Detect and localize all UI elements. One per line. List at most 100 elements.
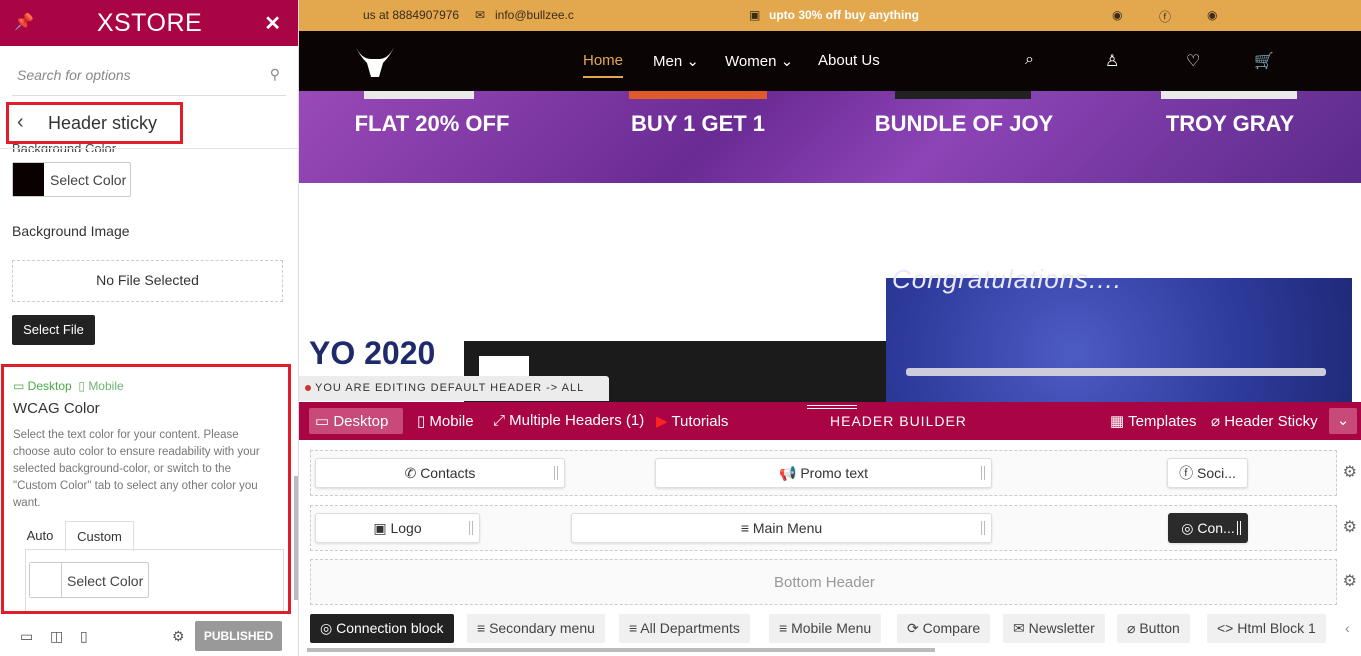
facebook-icon[interactable]: ⓕ bbox=[1159, 8, 1171, 25]
drag-handle[interactable] bbox=[981, 466, 985, 480]
drag-handle[interactable] bbox=[554, 466, 558, 480]
palette-label: Connection block bbox=[336, 620, 444, 636]
main-menu-element[interactable]: ≡ Main Menu bbox=[571, 513, 992, 543]
palette-newsletter[interactable]: ✉ Newsletter bbox=[1003, 614, 1105, 643]
elements-palette: ◎ Connection block ≡ Secondary menu ≡ Al… bbox=[299, 610, 1361, 656]
desktop-tab[interactable]: ▭ Desktop bbox=[309, 408, 403, 434]
banner-card[interactable]: TROY GRAY bbox=[1097, 91, 1361, 183]
published-button[interactable]: PUBLISHED bbox=[195, 621, 282, 651]
nav-men[interactable]: Men ⌄ bbox=[653, 52, 699, 70]
drag-handle[interactable] bbox=[469, 521, 473, 535]
desktop-preview-icon[interactable]: ▭ bbox=[20, 628, 33, 645]
email-text: info@bullzee.c bbox=[495, 8, 574, 22]
header-builder-title: HEADER BUILDER bbox=[830, 413, 967, 429]
no-file-placeholder[interactable]: No File Selected bbox=[12, 260, 283, 302]
mobile-label: Mobile bbox=[88, 379, 124, 393]
top-header-row[interactable]: ✆ Contacts 📢 Promo text ⓕ Soci... bbox=[310, 450, 1337, 496]
background-image-label: Background Image bbox=[12, 223, 130, 239]
search-input[interactable]: Search for options ⚲ bbox=[12, 60, 286, 96]
color-swatch bbox=[13, 163, 44, 196]
back-arrow-icon[interactable]: ‹ bbox=[17, 111, 24, 134]
palette-mobile-menu[interactable]: ≡ Mobile Menu bbox=[769, 614, 882, 643]
mobile-tab[interactable]: ▯ Mobile bbox=[417, 412, 474, 430]
logo-label: Logo bbox=[390, 520, 422, 536]
multiple-headers-tab[interactable]: ⤢ Multiple Headers (1) bbox=[493, 412, 644, 429]
tab-auto[interactable]: Auto bbox=[15, 521, 65, 551]
drag-handle[interactable] bbox=[981, 521, 985, 535]
drag-handle[interactable] bbox=[807, 405, 857, 409]
social-element[interactable]: ⓕ Soci... bbox=[1167, 458, 1248, 488]
palette-scrollbar[interactable] bbox=[307, 648, 935, 652]
select-file-button[interactable]: Select File bbox=[12, 315, 95, 345]
mobile-preview-icon[interactable]: ▯ bbox=[80, 628, 88, 645]
twitter-icon[interactable]: ◉ bbox=[1207, 8, 1217, 22]
promo-text-element[interactable]: 📢 Promo text bbox=[655, 458, 992, 488]
nav-women-label: Women bbox=[725, 53, 777, 70]
cart-icon[interactable]: 🛒 bbox=[1254, 51, 1274, 71]
chevron-down-icon[interactable]: ⌄ bbox=[1329, 408, 1357, 434]
banner-card[interactable]: BUY 1 GET 1 bbox=[565, 91, 831, 183]
header-sticky-label: Header Sticky bbox=[1224, 413, 1318, 430]
account-icon[interactable]: ♙ bbox=[1105, 51, 1119, 71]
wcag-color-control: ▭ Desktop ▯ Mobile WCAG Color Select the… bbox=[1, 364, 291, 614]
banner-card[interactable]: BUNDLE OF JOY bbox=[831, 91, 1097, 183]
text-color-picker[interactable]: Select Color bbox=[29, 562, 149, 598]
banner-title: TROY GRAY bbox=[1165, 111, 1295, 136]
logo-element[interactable]: ▣ Logo bbox=[315, 513, 480, 543]
palette-all-departments[interactable]: ≡ All Departments bbox=[619, 614, 750, 643]
banner-card[interactable]: FLAT 20% OFF bbox=[299, 91, 565, 183]
brand-logo: XSTORE bbox=[96, 9, 203, 37]
gear-icon[interactable]: ⚙ bbox=[1343, 462, 1357, 482]
mobile-device-icon[interactable]: ▯ Mobile bbox=[78, 379, 123, 393]
social-label: Soci... bbox=[1196, 465, 1236, 481]
search-icon[interactable]: ⌕ bbox=[1025, 51, 1034, 69]
banner-title: BUNDLE OF JOY bbox=[874, 111, 1054, 136]
nav-about[interactable]: About Us bbox=[818, 52, 880, 69]
instagram-icon[interactable]: ◉ bbox=[1112, 8, 1122, 22]
wcag-title: WCAG Color bbox=[13, 400, 100, 417]
wcag-description: Select the text color for your content. … bbox=[13, 429, 260, 509]
gear-icon[interactable]: ⚙ bbox=[1343, 571, 1357, 591]
header-builder-bar: ▭ Desktop ▯ Mobile ⤢ Multiple Headers (1… bbox=[299, 402, 1361, 440]
sidebar-footer: ▭ ◫ ▯ ⚙ PUBLISHED bbox=[0, 618, 298, 656]
editing-notice: YOU ARE EDITING DEFAULT HEADER -> ALL SI… bbox=[299, 376, 609, 419]
nav-home[interactable]: Home bbox=[583, 52, 624, 78]
wishlist-icon[interactable]: ♡ bbox=[1186, 51, 1200, 71]
palette-secondary-menu[interactable]: ≡ Secondary menu bbox=[467, 614, 605, 643]
header-sticky-button[interactable]: ⌀ Header Sticky bbox=[1211, 412, 1318, 430]
tablet-preview-icon[interactable]: ◫ bbox=[50, 628, 63, 645]
palette-label: Compare bbox=[922, 620, 981, 636]
tokyo-text: YO 2020 bbox=[309, 335, 436, 371]
promo-label: Promo text bbox=[800, 465, 869, 481]
contacts-label: Contacts bbox=[420, 465, 476, 481]
palette-button[interactable]: ⌀ Button bbox=[1117, 614, 1190, 643]
desktop-device-icon[interactable]: ▭ Desktop bbox=[13, 379, 72, 393]
select-color-label: Select Color bbox=[67, 573, 144, 589]
gear-icon[interactable]: ⚙ bbox=[1343, 517, 1357, 537]
product-image-stub bbox=[364, 91, 474, 99]
palette-compare[interactable]: ⟳ Compare bbox=[897, 614, 991, 643]
connection-element[interactable]: ◎ Con... bbox=[1168, 513, 1248, 543]
bull-logo[interactable] bbox=[351, 39, 399, 83]
tutorials-tab[interactable]: ▶ Tutorials bbox=[656, 412, 728, 430]
tab-custom[interactable]: Custom bbox=[65, 521, 134, 551]
background-color-picker[interactable]: Select Color bbox=[12, 162, 131, 197]
main-header-row[interactable]: ▣ Logo ≡ Main Menu ◎ Con... bbox=[310, 505, 1337, 551]
palette-connection-block[interactable]: ◎ Connection block bbox=[310, 614, 454, 643]
nav-women[interactable]: Women ⌄ bbox=[725, 52, 793, 70]
chevron-left-icon[interactable]: ‹ bbox=[1345, 620, 1350, 636]
gear-icon[interactable]: ⚙ bbox=[172, 628, 185, 645]
mail-icon: ✉ bbox=[475, 8, 486, 22]
close-icon[interactable]: ✕ bbox=[264, 11, 281, 36]
palette-label: Html Block 1 bbox=[1237, 620, 1316, 636]
bottom-header-label: Bottom Header bbox=[774, 574, 875, 591]
bottom-header-row[interactable]: Bottom Header bbox=[310, 559, 1337, 605]
congrats-image: Congratulations.... bbox=[886, 264, 1352, 402]
contacts-element[interactable]: ✆ Contacts bbox=[315, 458, 565, 488]
palette-label: All Departments bbox=[640, 620, 740, 636]
youtube-icon: ▶ bbox=[656, 413, 668, 430]
templates-button[interactable]: ▦ Templates bbox=[1110, 412, 1196, 430]
palette-html-block[interactable]: <> Html Block 1 bbox=[1207, 614, 1326, 643]
drag-handle[interactable] bbox=[1237, 521, 1241, 535]
palette-label: Newsletter bbox=[1028, 620, 1095, 636]
